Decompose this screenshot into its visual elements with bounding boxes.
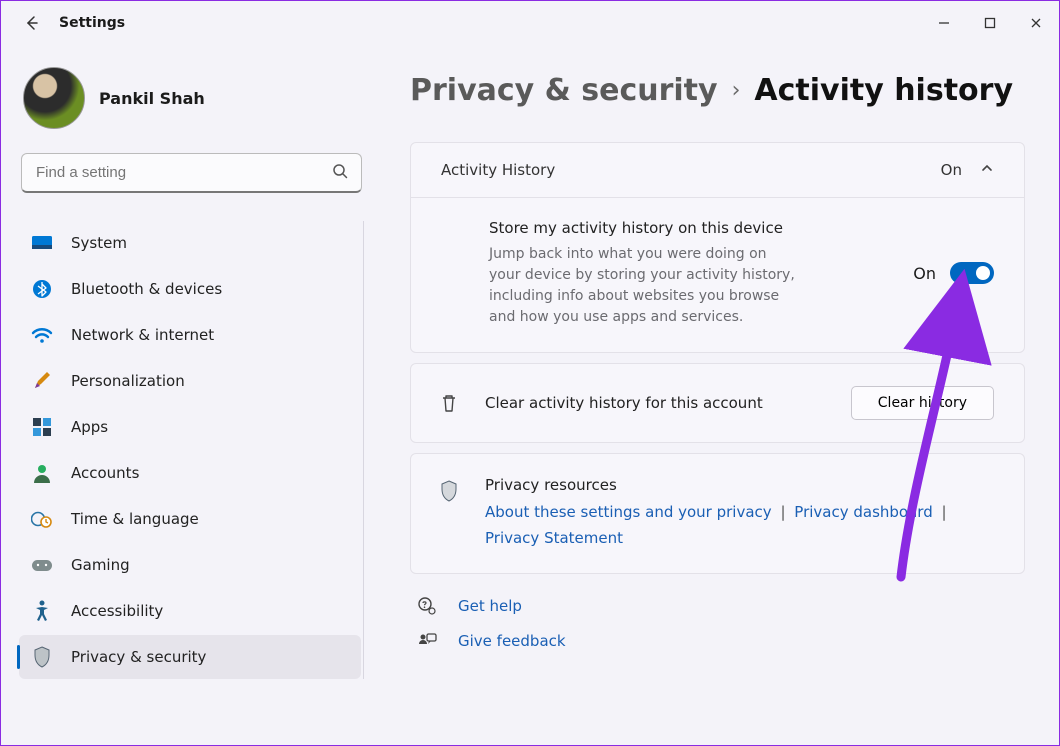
sidebar-item-label: Privacy & security <box>71 648 206 666</box>
sidebar-item-time-language[interactable]: Time & language <box>19 497 361 541</box>
get-help-label: Get help <box>458 597 522 615</box>
feedback-icon <box>416 632 438 650</box>
close-button[interactable] <box>1013 7 1059 39</box>
sidebar-item-accounts[interactable]: Accounts <box>19 451 361 495</box>
clear-history-label: Clear activity history for this account <box>485 394 763 412</box>
sidebar-item-accessibility[interactable]: Accessibility <box>19 589 361 633</box>
search-input[interactable] <box>21 153 362 193</box>
accessibility-icon <box>31 600 53 622</box>
toggle-state-label: On <box>913 264 936 283</box>
person-icon <box>31 462 53 484</box>
maximize-button[interactable] <box>967 7 1013 39</box>
link-about-settings[interactable]: About these settings and your privacy <box>485 503 772 521</box>
brush-icon <box>31 370 53 392</box>
bluetooth-icon <box>31 278 53 300</box>
back-arrow-icon <box>24 15 40 31</box>
system-icon <box>31 232 53 254</box>
shield-icon <box>437 476 461 502</box>
nav: System Bluetooth & devices Network & int… <box>19 221 364 679</box>
main-content: Privacy & security › Activity history Ac… <box>386 45 1059 746</box>
sidebar-item-privacy-security[interactable]: Privacy & security <box>19 635 361 679</box>
store-history-toggle[interactable] <box>950 262 994 284</box>
avatar <box>23 67 85 129</box>
clear-history-card: Clear activity history for this account … <box>410 363 1025 443</box>
breadcrumb: Privacy & security › Activity history <box>410 73 1025 108</box>
chevron-right-icon: › <box>732 78 741 103</box>
give-feedback-link[interactable]: Give feedback <box>416 632 1025 650</box>
card-state-label: On <box>941 161 962 179</box>
link-privacy-dashboard[interactable]: Privacy dashboard <box>794 503 932 521</box>
title-bar: Settings <box>1 1 1059 45</box>
link-privacy-statement[interactable]: Privacy Statement <box>485 529 623 547</box>
activity-history-body: Store my activity history on this device… <box>411 197 1024 352</box>
sidebar-item-label: Accessibility <box>71 602 163 620</box>
search-box <box>21 153 362 193</box>
privacy-resources-title: Privacy resources <box>485 476 951 494</box>
sidebar-item-system[interactable]: System <box>19 221 361 265</box>
minimize-button[interactable] <box>921 7 967 39</box>
help-icon <box>416 596 438 616</box>
sidebar-item-label: Time & language <box>71 510 199 528</box>
sidebar-item-label: Gaming <box>71 556 130 574</box>
profile-block[interactable]: Pankil Shah <box>19 55 364 153</box>
window-controls <box>921 7 1059 39</box>
activity-history-card: Activity History On Store my activity hi… <box>410 142 1025 353</box>
give-feedback-label: Give feedback <box>458 632 566 650</box>
sidebar-item-gaming[interactable]: Gaming <box>19 543 361 587</box>
back-button[interactable] <box>23 14 41 32</box>
sidebar-item-personalization[interactable]: Personalization <box>19 359 361 403</box>
breadcrumb-parent[interactable]: Privacy & security <box>410 73 718 108</box>
activity-history-header[interactable]: Activity History On <box>411 143 1024 197</box>
separator: | <box>776 503 789 521</box>
gamepad-icon <box>31 554 53 576</box>
search-icon <box>332 163 348 183</box>
user-name: Pankil Shah <box>99 89 205 108</box>
privacy-resources-card: Privacy resources About these settings a… <box>410 453 1025 574</box>
footer-links: Get help Give feedback <box>410 596 1025 650</box>
separator: | <box>938 503 951 521</box>
trash-icon <box>437 393 461 413</box>
sidebar-item-label: System <box>71 234 127 252</box>
sidebar-item-label: Bluetooth & devices <box>71 280 222 298</box>
sidebar-item-label: Personalization <box>71 372 185 390</box>
sidebar-item-label: Apps <box>71 418 108 436</box>
get-help-link[interactable]: Get help <box>416 596 1025 616</box>
store-history-description: Jump back into what you were doing on yo… <box>489 244 799 328</box>
apps-icon <box>31 416 53 438</box>
breadcrumb-current: Activity history <box>754 73 1013 108</box>
card-title: Activity History <box>441 161 555 179</box>
window-title: Settings <box>59 15 125 31</box>
sidebar-item-label: Network & internet <box>71 326 214 344</box>
store-history-title: Store my activity history on this device <box>489 218 799 238</box>
sidebar: Pankil Shah System Bluetooth & devices N… <box>1 45 386 746</box>
sidebar-item-label: Accounts <box>71 464 139 482</box>
sidebar-item-network[interactable]: Network & internet <box>19 313 361 357</box>
clear-history-button[interactable]: Clear history <box>851 386 994 420</box>
sidebar-item-bluetooth[interactable]: Bluetooth & devices <box>19 267 361 311</box>
chevron-up-icon <box>980 161 994 179</box>
wifi-icon <box>31 324 53 346</box>
sidebar-item-apps[interactable]: Apps <box>19 405 361 449</box>
clock-globe-icon <box>31 508 53 530</box>
shield-icon <box>31 646 53 668</box>
